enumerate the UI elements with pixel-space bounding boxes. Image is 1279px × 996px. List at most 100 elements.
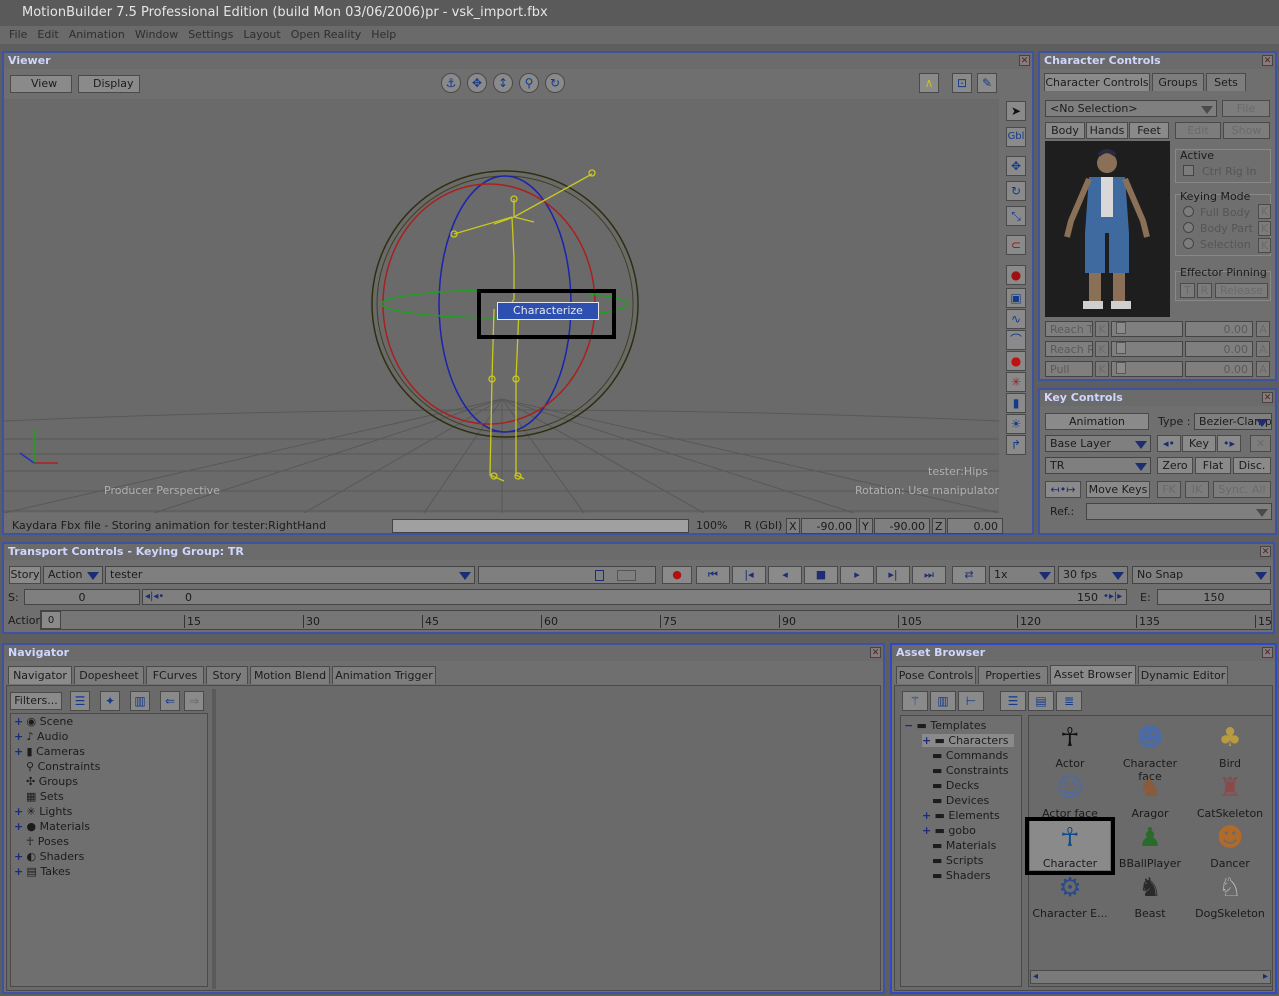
path-icon[interactable]: ⌒ <box>1006 330 1026 350</box>
tree-item-scene[interactable]: + ◉ Scene <box>14 715 73 728</box>
transport-close-icon[interactable]: ✕ <box>1260 546 1271 557</box>
next-frame-button[interactable]: ▸| <box>876 566 910 584</box>
tree-item-constraints[interactable]: ⚲ Constraints <box>26 760 100 773</box>
forward-arrow-icon[interactable]: ⇒ <box>184 691 204 711</box>
pan-icon[interactable]: ✥ <box>467 73 487 93</box>
tree-item-poses[interactable]: ☥ Poses <box>26 835 69 848</box>
key-button[interactable]: Key <box>1182 435 1216 452</box>
magic-wand-icon[interactable]: ✦ <box>100 691 120 711</box>
fcurve-icon[interactable]: ∿ <box>1006 309 1026 329</box>
tree-item-materials-folder[interactable]: ▬ Materials <box>932 839 996 852</box>
asset-browser-close-icon[interactable]: ✕ <box>1262 647 1273 658</box>
tab-fcurves[interactable]: FCurves <box>146 666 204 684</box>
tree-view-icon[interactable]: ⚚ <box>902 691 928 711</box>
tab-properties[interactable]: Properties <box>978 666 1048 684</box>
list-mode-icon[interactable]: ☰ <box>1000 691 1026 711</box>
tab-pose-controls[interactable]: Pose Controls <box>896 666 976 684</box>
sync-all-button[interactable]: Sync. All <box>1213 481 1271 498</box>
tree-item-lights[interactable]: + ✳ Lights <box>14 805 72 818</box>
action-mode-dropdown[interactable]: Action <box>43 566 103 584</box>
thumbnail-mode-icon[interactable]: ▤ <box>1028 691 1054 711</box>
characterize-menu-item[interactable]: Characterize <box>497 302 599 320</box>
dolly-icon[interactable]: ↕ <box>493 73 513 93</box>
asset-actor-face[interactable]: ☺ Actor face <box>1030 771 1110 820</box>
prev-frame-button[interactable]: |◂ <box>732 566 766 584</box>
reach-t-key-button[interactable]: K <box>1095 321 1109 337</box>
tree-item-templates[interactable]: − ▬ Templates <box>904 719 986 732</box>
tab-navigator[interactable]: Navigator <box>8 666 72 684</box>
full-body-radio[interactable] <box>1183 206 1194 217</box>
record-button[interactable]: ● <box>662 566 692 584</box>
pin-t-button[interactable]: T <box>1180 283 1195 298</box>
menu-window[interactable]: Window <box>130 26 183 44</box>
hook-icon[interactable]: ↱ <box>1006 435 1026 455</box>
move-keys-icon[interactable]: ↤•↦ <box>1045 481 1081 498</box>
time-range-slider[interactable]: ◂|◂• 0 150 •▸|▸ <box>142 589 1127 605</box>
goto-end-button[interactable]: ⏭ <box>912 566 946 584</box>
column-view-icon[interactable]: ▥ <box>930 691 956 711</box>
reach-r-slider[interactable] <box>1111 341 1183 357</box>
tab-story[interactable]: Story <box>206 666 248 684</box>
tree-item-characters[interactable]: + ▬ Characters <box>922 734 1015 747</box>
select-arrow-icon[interactable]: ➤ <box>1006 101 1026 121</box>
tab-animation-trigger[interactable]: Animation Trigger <box>332 666 436 684</box>
viewer-close-icon[interactable]: ✕ <box>1019 55 1030 66</box>
tree-item-scripts[interactable]: ▬ Scripts <box>932 854 984 867</box>
asset-actor[interactable]: ☥ Actor <box>1030 721 1110 770</box>
interpolation-type-dropdown[interactable]: Bezier-Clamp <box>1194 413 1272 430</box>
filters-button[interactable]: Filters... <box>10 692 62 710</box>
asset-aragor[interactable]: ♞ Aragor <box>1110 771 1190 820</box>
scroll-left-icon[interactable]: ◂ <box>1033 971 1038 982</box>
feet-button[interactable]: Feet <box>1129 122 1169 139</box>
tab-groups[interactable]: Groups <box>1152 73 1204 91</box>
body-button[interactable]: Body <box>1045 122 1085 139</box>
z-value-field[interactable]: 0.00 <box>947 518 1003 534</box>
gbl-toggle-button[interactable]: Gbl <box>1006 127 1026 147</box>
tree-item-materials[interactable]: + ● Materials <box>14 820 90 833</box>
pull-key-button[interactable]: K <box>1095 361 1109 377</box>
menu-layout[interactable]: Layout <box>238 26 285 44</box>
release-button[interactable]: Release <box>1215 283 1268 298</box>
object-mode-icon[interactable]: ● <box>1006 265 1026 285</box>
reach-t-a-button[interactable]: A <box>1256 321 1270 337</box>
key-full-body-button[interactable]: K <box>1258 204 1271 219</box>
back-arrow-icon[interactable]: ⇐ <box>160 691 180 711</box>
flat-button[interactable]: Flat <box>1195 457 1231 474</box>
reach-r-key-button[interactable]: K <box>1095 341 1109 357</box>
asset-character-extension[interactable]: ⚙ Character E... <box>1030 871 1110 920</box>
next-key-button[interactable]: •▸ <box>1217 435 1241 452</box>
tree-item-sets[interactable]: ▦ Sets <box>26 790 64 803</box>
menu-file[interactable]: File <box>4 26 32 44</box>
align-view-icon[interactable]: ⊢ <box>958 691 984 711</box>
marker-icon[interactable]: ✳ <box>1006 372 1026 392</box>
reach-t-value[interactable]: 0.00 <box>1185 321 1253 337</box>
tree-item-groups[interactable]: ✣ Groups <box>26 775 78 788</box>
zoom-icon[interactable]: ⚲ <box>519 73 539 93</box>
start-frame-field[interactable]: 0 <box>24 589 140 605</box>
asset-catskeleton[interactable]: ♜ CatSkeleton <box>1190 771 1270 820</box>
asset-beast[interactable]: ♞ Beast <box>1110 871 1190 920</box>
keying-group-dropdown[interactable]: TR <box>1045 457 1151 474</box>
menu-settings[interactable]: Settings <box>183 26 238 44</box>
character-controls-close-icon[interactable]: ✕ <box>1262 55 1273 66</box>
fps-dropdown[interactable]: 30 fps <box>1058 566 1128 584</box>
reach-r-a-button[interactable]: A <box>1256 341 1270 357</box>
goto-start-button[interactable]: ⏮ <box>696 566 730 584</box>
tree-item-gobo[interactable]: + ▬ gobo <box>922 824 976 837</box>
cube-icon[interactable]: ▣ <box>1006 288 1026 308</box>
magnet-icon[interactable]: ⊂ <box>1006 235 1026 255</box>
reach-r-value[interactable]: 0.00 <box>1185 341 1253 357</box>
fk-button[interactable]: FK <box>1157 481 1181 498</box>
play-button[interactable]: ▸ <box>840 566 874 584</box>
scale-icon[interactable]: ⤡ <box>1006 206 1026 226</box>
animation-mode-button[interactable]: Animation <box>1045 413 1149 430</box>
tree-item-decks[interactable]: ▬ Decks <box>932 779 979 792</box>
snap-dropdown[interactable]: No Snap <box>1132 566 1271 584</box>
tab-sets[interactable]: Sets <box>1206 73 1246 91</box>
light-icon[interactable]: ☀ <box>1006 414 1026 434</box>
camera-icon[interactable]: ▮ <box>1006 393 1026 413</box>
detail-mode-icon[interactable]: ≣ <box>1056 691 1082 711</box>
stop-button[interactable]: ■ <box>804 566 838 584</box>
tree-item-takes[interactable]: + ▤ Takes <box>14 865 71 878</box>
story-mode-button[interactable]: Story <box>9 566 41 584</box>
